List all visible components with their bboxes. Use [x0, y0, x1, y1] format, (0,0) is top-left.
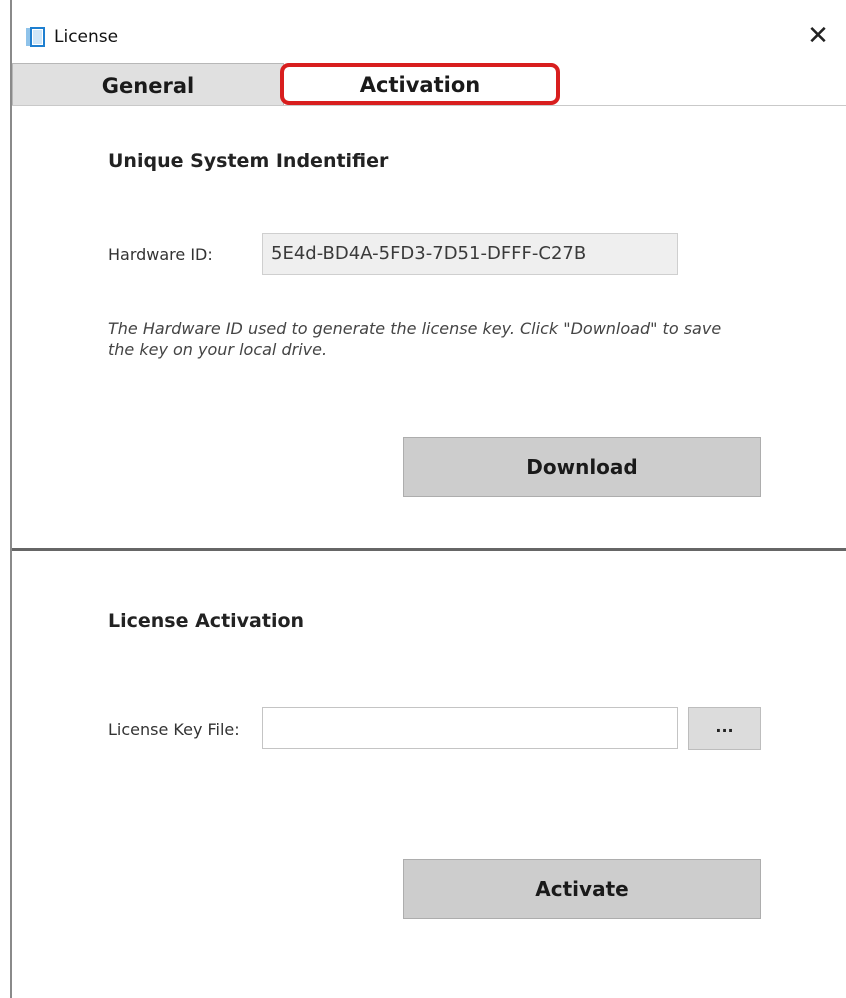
tab-activation[interactable]: Activation: [280, 63, 560, 105]
window-left-border: [10, 0, 12, 998]
tab-strip: General Activation: [12, 63, 846, 106]
section-divider: [12, 548, 846, 551]
license-app-icon: [26, 27, 45, 47]
hardware-id-note: The Hardware ID used to generate the lic…: [108, 319, 722, 359]
activation-section-title: License Activation: [108, 610, 305, 632]
title-bar: License ✕: [12, 10, 846, 62]
license-window: License ✕ General Activation Unique Syst…: [0, 0, 846, 998]
browse-button[interactable]: ...: [688, 707, 761, 750]
hardware-id-field[interactable]: 5E4d-BD4A-5FD3-7D51-DFFF-C27B: [262, 233, 678, 275]
identifier-section-title: Unique System Indentifier: [108, 150, 389, 172]
window-title: License: [54, 27, 119, 47]
tab-general[interactable]: General: [12, 63, 284, 105]
download-button[interactable]: Download: [403, 437, 761, 497]
license-key-file-label: License Key File:: [108, 720, 240, 739]
license-key-file-input[interactable]: [262, 707, 678, 749]
close-icon[interactable]: ✕: [804, 22, 832, 50]
hardware-id-label: Hardware ID:: [108, 245, 213, 264]
activate-button[interactable]: Activate: [403, 859, 761, 919]
tab-underline: [12, 105, 846, 106]
